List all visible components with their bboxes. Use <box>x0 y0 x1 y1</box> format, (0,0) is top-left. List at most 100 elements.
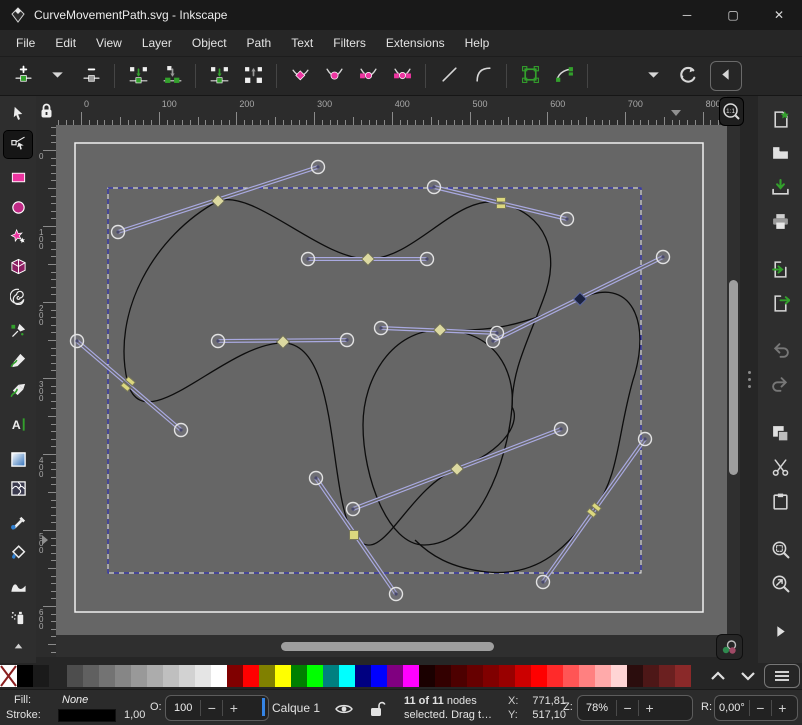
zoom-drawing-button[interactable] <box>765 571 795 599</box>
horizontal-scrollbar-thumb[interactable] <box>281 642 494 651</box>
vertical-ruler[interactable]: 01 0 02 0 03 0 04 0 05 0 06 0 0 <box>36 125 56 657</box>
mesh-tool-button[interactable] <box>4 476 32 504</box>
join-segment-button[interactable] <box>155 60 189 92</box>
horizontal-ruler[interactable]: 0100200300400500600700800 <box>56 96 727 125</box>
color-swatch[interactable] <box>339 665 355 687</box>
color-swatch[interactable] <box>307 665 323 687</box>
color-swatch[interactable] <box>179 665 195 687</box>
menu-path[interactable]: Path <box>237 32 282 54</box>
export-button[interactable] <box>765 291 795 319</box>
color-swatch[interactable] <box>67 665 83 687</box>
pencil-tool-button[interactable] <box>4 348 32 376</box>
node-corner-button[interactable] <box>283 60 317 92</box>
color-swatch[interactable] <box>323 665 339 687</box>
color-swatch[interactable] <box>595 665 611 687</box>
color-swatch[interactable] <box>547 665 563 687</box>
delete-segment-button[interactable] <box>236 60 270 92</box>
dock-resize-handle[interactable] <box>740 96 758 663</box>
layer-lock-icon[interactable] <box>366 699 386 719</box>
paste-button[interactable] <box>765 489 795 517</box>
color-swatch[interactable] <box>419 665 435 687</box>
stroke-width-value[interactable]: 1,00 <box>124 709 145 721</box>
path-node-cusp[interactable] <box>497 198 506 203</box>
ruler-lock-corner[interactable] <box>36 96 56 125</box>
menu-extensions[interactable]: Extensions <box>376 32 455 54</box>
layer-visibility-icon[interactable] <box>334 699 354 719</box>
delete-node-button[interactable] <box>74 60 108 92</box>
menu-object[interactable]: Object <box>182 32 237 54</box>
color-swatch[interactable] <box>275 665 291 687</box>
color-swatch[interactable] <box>579 665 595 687</box>
zoom-increase-button[interactable]: + <box>638 700 660 716</box>
color-swatch[interactable] <box>403 665 419 687</box>
caret-down-button[interactable] <box>40 60 74 92</box>
canvas[interactable] <box>56 125 727 657</box>
menu-view[interactable]: View <box>86 32 132 54</box>
tweak-tool-button[interactable] <box>4 575 32 603</box>
maximize-button[interactable]: ▢ <box>710 0 756 30</box>
cut-button[interactable] <box>765 455 795 483</box>
color-swatch[interactable] <box>371 665 387 687</box>
break-nodes-button[interactable] <box>202 60 236 92</box>
path-node-cusp[interactable] <box>350 531 359 540</box>
selector-tool-button[interactable] <box>4 101 32 129</box>
segment-line-button[interactable] <box>432 60 466 92</box>
palette-menu-button[interactable] <box>764 664 800 688</box>
opacity-value[interactable]: 100 <box>166 702 200 714</box>
document-save-button[interactable] <box>765 175 795 203</box>
opacity-spinbox[interactable]: 100 − + <box>165 695 269 721</box>
menu-filters[interactable]: Filters <box>323 32 376 54</box>
flatten-path-button[interactable] <box>547 60 581 92</box>
color-swatch[interactable] <box>659 665 675 687</box>
color-swatch[interactable] <box>451 665 467 687</box>
box3d-tool-button[interactable] <box>4 254 32 282</box>
fill-value[interactable]: None <box>62 694 88 706</box>
color-swatch[interactable] <box>483 665 499 687</box>
color-managed-view-button[interactable] <box>716 634 743 660</box>
node-tool-button[interactable] <box>4 131 32 159</box>
pen-tool-button[interactable] <box>4 318 32 346</box>
color-swatch[interactable] <box>115 665 131 687</box>
document-print-button[interactable] <box>765 209 795 237</box>
color-swatch[interactable] <box>195 665 211 687</box>
close-button[interactable]: ✕ <box>756 0 802 30</box>
color-swatch[interactable] <box>563 665 579 687</box>
minimize-button[interactable]: ─ <box>664 0 710 30</box>
color-swatch[interactable] <box>147 665 163 687</box>
color-swatch[interactable] <box>435 665 451 687</box>
palette-scroll-down-icon[interactable] <box>740 671 756 681</box>
color-swatch[interactable] <box>531 665 547 687</box>
zoom-value[interactable]: 78% <box>578 702 616 714</box>
color-swatch[interactable] <box>675 665 691 687</box>
rectangle-tool-button[interactable] <box>4 165 32 193</box>
spiral-tool-button[interactable] <box>4 284 32 312</box>
rotation-decrease-button[interactable]: − <box>749 700 771 716</box>
color-swatch[interactable] <box>99 665 115 687</box>
drawing-area[interactable] <box>56 125 727 657</box>
toolbox-overflow-button[interactable] <box>4 635 32 663</box>
snap-options-button[interactable] <box>670 60 704 92</box>
rotation-spinbox[interactable]: 0,00° − + <box>714 695 798 721</box>
color-swatch[interactable] <box>227 665 243 687</box>
color-swatch[interactable] <box>259 665 275 687</box>
stroke-color-swatch[interactable] <box>58 709 116 722</box>
color-swatch[interactable] <box>291 665 307 687</box>
menu-file[interactable]: File <box>6 32 45 54</box>
dropper-tool-button[interactable] <box>4 511 32 539</box>
quick-zoom-button[interactable]: 1:1 <box>719 97 744 126</box>
segment-curve-button[interactable] <box>466 60 500 92</box>
ellipse-tool-button[interactable] <box>4 195 32 223</box>
star-tool-button[interactable] <box>4 225 32 253</box>
node-smooth-button[interactable] <box>317 60 351 92</box>
color-swatch[interactable] <box>387 665 403 687</box>
menu-help[interactable]: Help <box>455 32 500 54</box>
color-swatch[interactable] <box>131 665 147 687</box>
commandbar-more-button[interactable] <box>765 619 795 647</box>
color-swatch[interactable] <box>243 665 259 687</box>
zoom-spinbox[interactable]: 78% − + <box>577 695 693 721</box>
bucket-tool-button[interactable] <box>4 541 32 569</box>
insert-node-button[interactable] <box>6 60 40 92</box>
rotation-value[interactable]: 0,00° <box>715 702 749 714</box>
palette-scroll-up-icon[interactable] <box>710 671 726 681</box>
color-swatch[interactable] <box>355 665 371 687</box>
